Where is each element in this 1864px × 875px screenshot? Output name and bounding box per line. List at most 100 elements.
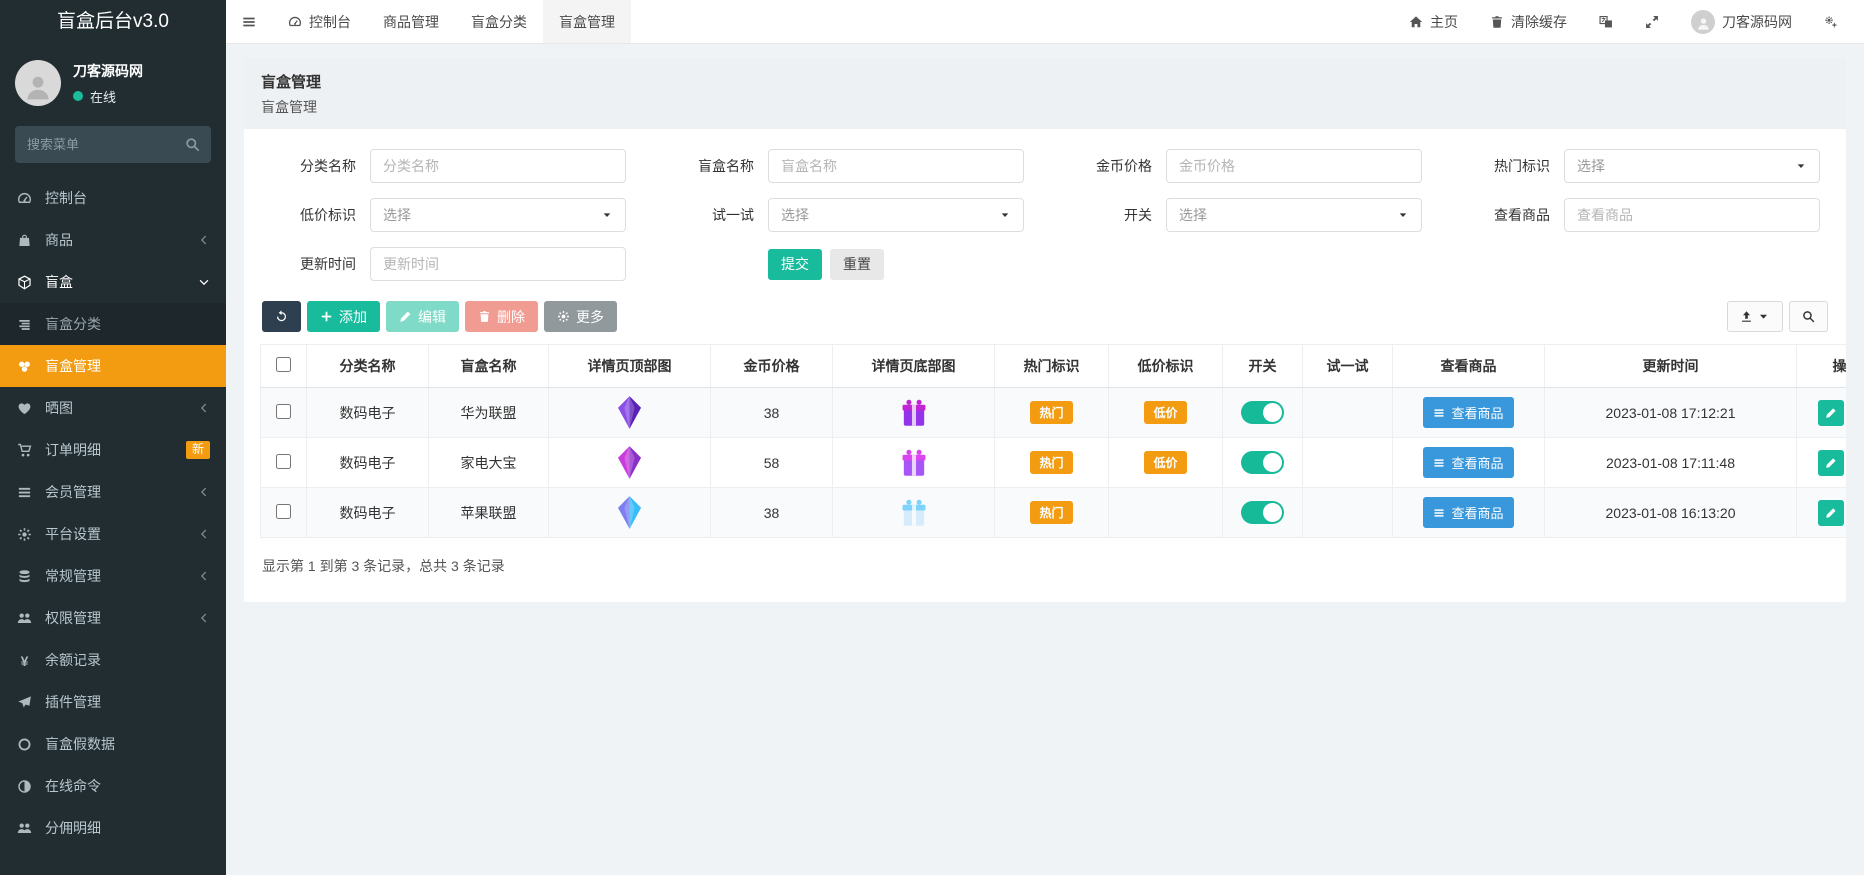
app-title: 盲盒后台v3.0: [0, 0, 226, 44]
filter-update-time-input[interactable]: [370, 247, 626, 281]
filter-coin-price-input[interactable]: [1166, 149, 1422, 183]
cell-category: 数码电子: [307, 488, 429, 538]
users-icon: [16, 821, 33, 836]
reset-button[interactable]: 重置: [830, 249, 884, 280]
edit-button[interactable]: 编辑: [386, 301, 459, 332]
sidebar-item-online-command[interactable]: 在线命令: [0, 765, 226, 807]
column-header[interactable]: 操作: [1797, 345, 1847, 388]
sidebar-item-permission-manage[interactable]: 权限管理: [0, 597, 226, 639]
select-all-checkbox[interactable]: [276, 357, 291, 372]
row-checkbox[interactable]: [276, 404, 291, 419]
search-icon: [1802, 310, 1815, 323]
filter-category-name-input[interactable]: [370, 149, 626, 183]
edit-row-button[interactable]: [1818, 500, 1844, 526]
filter-switch-flag-select[interactable]: 选择: [1166, 198, 1422, 232]
view-goods-button[interactable]: 查看商品: [1423, 497, 1513, 528]
nav-item-label: 主页: [1430, 12, 1458, 32]
filter-label: 低价标识: [262, 205, 370, 225]
nav-tab-label: 商品管理: [383, 12, 439, 32]
column-header[interactable]: 低价标识: [1109, 345, 1223, 388]
nav-clear-cache[interactable]: 清除缓存: [1474, 0, 1583, 43]
sidebar-item-platform-settings[interactable]: 平台设置: [0, 513, 226, 555]
switch-toggle[interactable]: [1241, 401, 1284, 424]
sidebar-item-balance-record[interactable]: ¥余额记录: [0, 639, 226, 681]
nav-tab-blindbox-category[interactable]: 盲盒分类: [455, 0, 543, 43]
sidebar-item-blindbox[interactable]: 盲盒: [0, 261, 226, 303]
column-header[interactable]: 详情页底部图: [833, 345, 995, 388]
detail-top-image: [616, 453, 643, 469]
sidebar-item-dashboard[interactable]: 控制台: [0, 177, 226, 219]
filter-label: 开关: [1058, 205, 1166, 225]
column-header[interactable]: 分类名称: [307, 345, 429, 388]
column-header[interactable]: 详情页顶部图: [549, 345, 711, 388]
view-goods-button[interactable]: 查看商品: [1423, 397, 1513, 428]
switch-toggle[interactable]: [1241, 451, 1284, 474]
filter-item-cheap-flag: 低价标识 选择: [262, 198, 634, 232]
nav-tab-dashboard[interactable]: 控制台: [272, 0, 367, 43]
add-button[interactable]: 添加: [307, 301, 380, 332]
more-button[interactable]: 更多: [544, 301, 617, 332]
filter-field: 选择: [1564, 149, 1820, 183]
row-checkbox[interactable]: [276, 454, 291, 469]
sidebar-search-input[interactable]: [15, 126, 211, 163]
nav-user-menu[interactable]: 刀客源码网: [1675, 0, 1808, 43]
filter-hot-flag-select[interactable]: 选择: [1564, 149, 1820, 183]
column-header[interactable]: 盲盒名称: [429, 345, 549, 388]
database-icon: [16, 569, 33, 584]
caret-down-icon: [601, 209, 613, 221]
switch-toggle[interactable]: [1241, 501, 1284, 524]
edit-row-button[interactable]: [1818, 400, 1844, 426]
delete-button[interactable]: 删除: [465, 301, 538, 332]
filter-field: [370, 247, 626, 281]
sidebar-item-commission-detail[interactable]: 分佣明细: [0, 807, 226, 849]
toolbar: 添加编辑删除更多: [262, 301, 1828, 332]
export-button[interactable]: [1727, 301, 1783, 332]
column-header[interactable]: 试一试: [1303, 345, 1393, 388]
detail-top-image: [616, 503, 643, 519]
sidebar-item-blindbox-manage[interactable]: 盲盒管理: [0, 345, 226, 387]
column-header[interactable]: 开关: [1223, 345, 1303, 388]
filter-cheap-flag-select[interactable]: 选择: [370, 198, 626, 232]
filter-view-goods-input[interactable]: [1564, 198, 1820, 232]
column-header[interactable]: 热门标识: [995, 345, 1109, 388]
nav-tab-goods-manage[interactable]: 商品管理: [367, 0, 455, 43]
sidebar-item-order-detail[interactable]: 订单明细 新: [0, 429, 226, 471]
cell-blindbox-name: 家电大宝: [429, 438, 549, 488]
toolbar-left: 添加编辑删除更多: [262, 301, 617, 332]
sidebar-item-goods[interactable]: 商品: [0, 219, 226, 261]
submit-button[interactable]: 提交: [768, 249, 822, 280]
sidebar-item-blindbox-fake-data[interactable]: 盲盒假数据: [0, 723, 226, 765]
nav-settings[interactable]: [1808, 0, 1854, 43]
view-goods-label: 查看商品: [1451, 503, 1503, 522]
boxes-icon: [16, 359, 33, 374]
nav-home[interactable]: 主页: [1393, 0, 1474, 43]
nav-tab-blindbox-manage[interactable]: 盲盒管理: [543, 0, 631, 43]
user-avatar: [15, 60, 61, 106]
sidebar-item-label: 订单明细: [45, 440, 174, 460]
column-header[interactable]: 查看商品: [1393, 345, 1545, 388]
user-status-label: 在线: [90, 87, 116, 106]
nav-language[interactable]: [1583, 0, 1629, 43]
nav-fullscreen[interactable]: [1629, 0, 1675, 43]
filter-field: 选择: [768, 198, 1024, 232]
sidebar-item-member-manage[interactable]: 会员管理: [0, 471, 226, 513]
column-header[interactable]: 金币价格: [711, 345, 833, 388]
edit-row-button[interactable]: [1818, 450, 1844, 476]
filter-blindbox-name-input[interactable]: [768, 149, 1024, 183]
refresh-button[interactable]: [262, 301, 301, 332]
view-goods-button[interactable]: 查看商品: [1423, 447, 1513, 478]
detail-bottom-image: [901, 453, 927, 469]
sidebar-item-general-manage[interactable]: 常规管理: [0, 555, 226, 597]
column-header[interactable]: 更新时间: [1545, 345, 1797, 388]
row-checkbox[interactable]: [276, 504, 291, 519]
table-search-button[interactable]: [1789, 301, 1828, 332]
sidebar-item-blindbox-category[interactable]: 盲盒分类: [0, 303, 226, 345]
row-actions: [1818, 450, 1846, 476]
sidebar-item-plugin-manage[interactable]: 插件管理: [0, 681, 226, 723]
filter-try-flag-select[interactable]: 选择: [768, 198, 1024, 232]
page-subtitle: 盲盒管理: [261, 97, 1829, 117]
sidebar-item-photos[interactable]: 晒图: [0, 387, 226, 429]
sidebar-toggle-button[interactable]: [226, 0, 272, 43]
sidebar-item-label: 在线命令: [45, 776, 210, 796]
export-icon: [1740, 310, 1753, 323]
